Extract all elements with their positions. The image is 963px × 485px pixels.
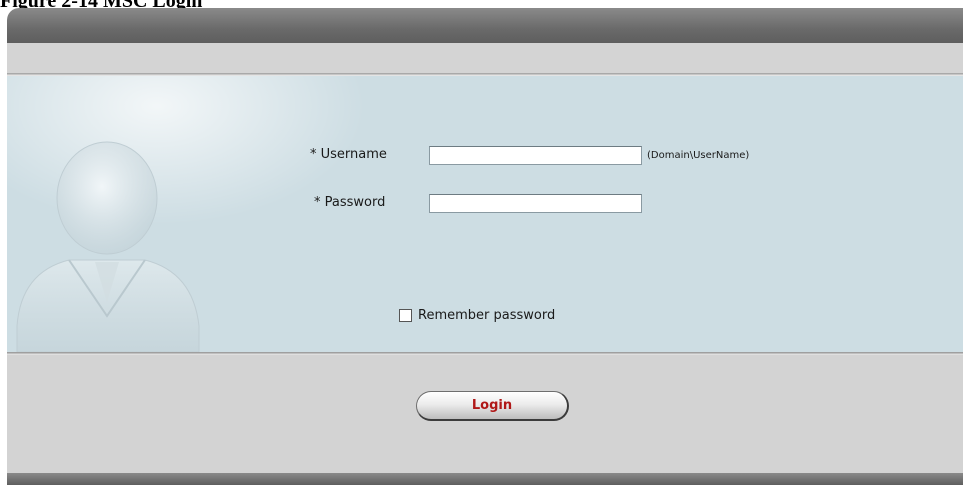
username-hint: (Domain\UserName) xyxy=(647,150,750,161)
login-button-label: Login xyxy=(471,398,513,413)
username-input[interactable] xyxy=(429,146,642,165)
login-window: * Username (Domain\UserName) * Password … xyxy=(7,8,963,485)
password-label: * Password xyxy=(314,195,386,210)
title-bar xyxy=(7,8,963,43)
footer-bar xyxy=(7,473,963,485)
checkbox-icon[interactable] xyxy=(399,309,412,322)
user-silhouette-icon xyxy=(16,141,200,352)
username-label: * Username xyxy=(310,147,387,162)
header-strip xyxy=(7,43,963,73)
password-input[interactable] xyxy=(429,194,642,213)
remember-password-option[interactable]: Remember password xyxy=(399,308,555,323)
login-button[interactable]: Login xyxy=(416,391,569,421)
remember-password-label: Remember password xyxy=(418,308,556,323)
login-panel: * Username (Domain\UserName) * Password … xyxy=(7,76,963,352)
